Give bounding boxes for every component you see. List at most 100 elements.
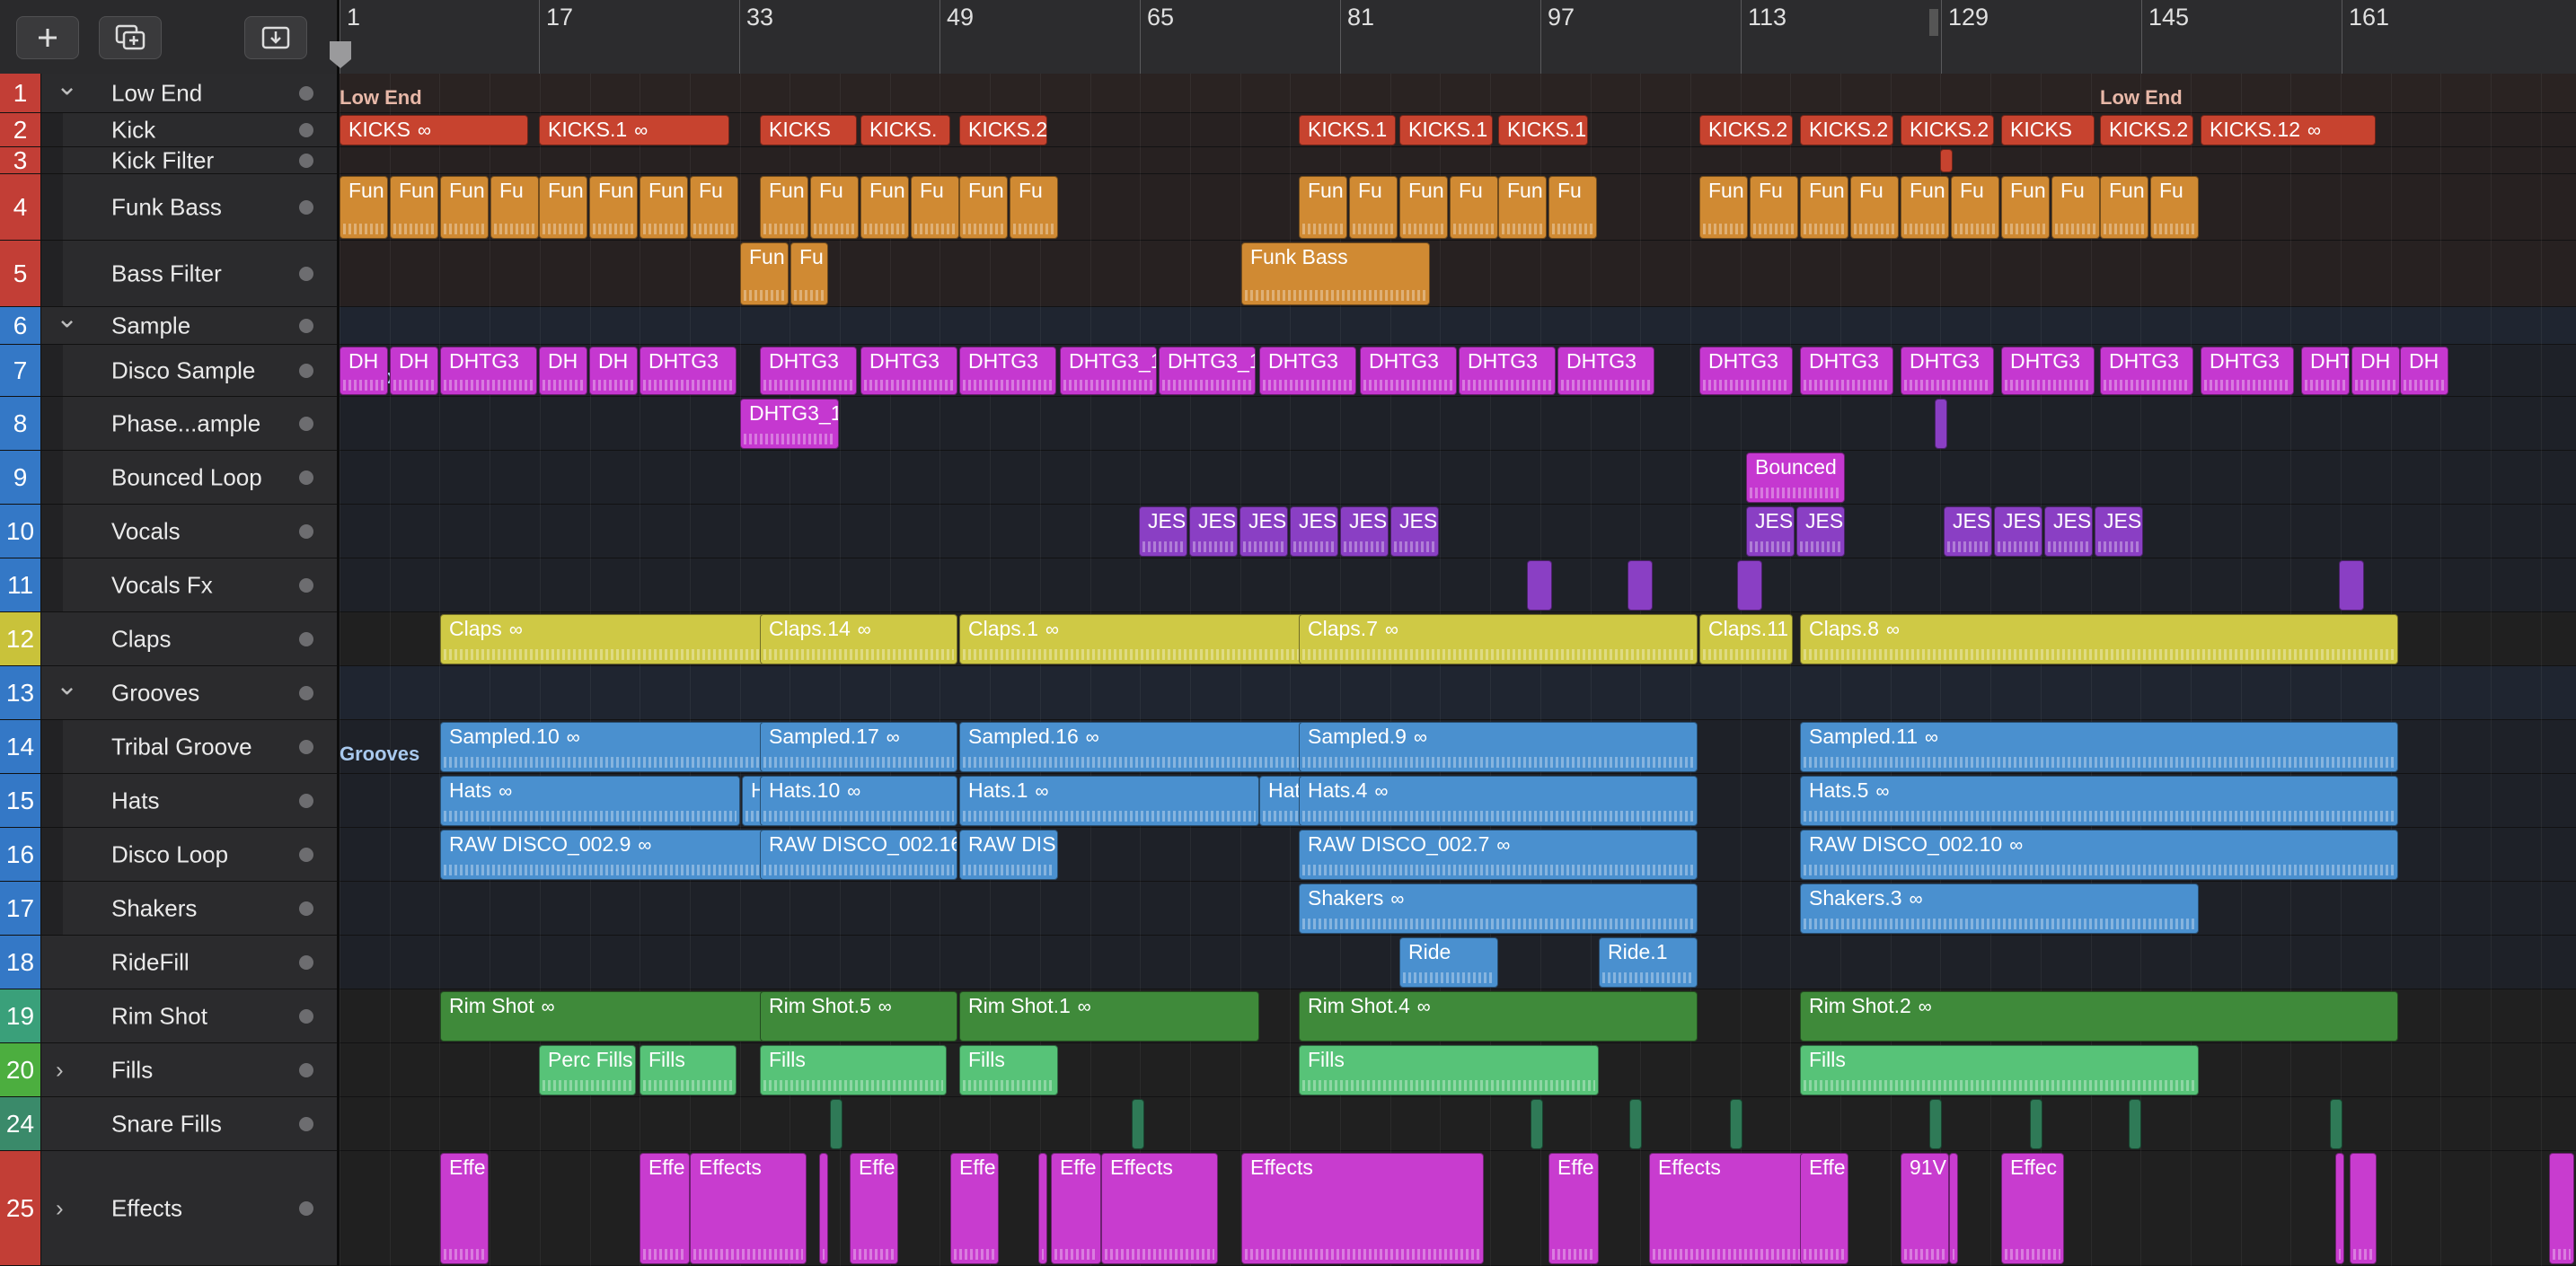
region[interactable]: Perc Fills	[539, 1045, 636, 1095]
track-header-shakers[interactable]: 17 Shakers	[0, 882, 337, 936]
region[interactable]: Effects	[1241, 1153, 1484, 1264]
record-enable-dot[interactable]	[299, 363, 313, 378]
region[interactable]	[1730, 1099, 1742, 1149]
region[interactable]: RAW DISCO_002.10 ∞	[1800, 830, 2398, 880]
region[interactable]	[1132, 1099, 1144, 1149]
region[interactable]: KICKS.1	[1498, 115, 1588, 145]
record-enable-dot[interactable]	[299, 122, 313, 137]
region[interactable]: Hats.4 ∞	[1299, 776, 1698, 826]
region[interactable]: DHTG3	[2001, 347, 2095, 395]
region[interactable]: JES	[1290, 506, 1338, 557]
track-header-ridefill[interactable]: 18 RideFill	[0, 936, 337, 989]
region[interactable]	[1737, 560, 1762, 611]
region[interactable]: DHTG3	[1360, 347, 1457, 395]
region[interactable]: Fu	[1750, 176, 1798, 239]
duplicate-track-button[interactable]	[99, 16, 162, 59]
region[interactable]: DHTG3	[2100, 347, 2193, 395]
region[interactable]: KICKS.2	[2100, 115, 2193, 145]
region[interactable]: JES	[1189, 506, 1238, 557]
region[interactable]: Fu	[1548, 176, 1597, 239]
region[interactable]: DHTG3	[2301, 347, 2350, 395]
track-header-rim-shot[interactable]: 19 Rim Shot	[0, 989, 337, 1043]
download-button[interactable]	[244, 16, 307, 59]
region[interactable]: Fun	[959, 176, 1008, 239]
region[interactable]: Fun	[539, 176, 587, 239]
record-enable-dot[interactable]	[299, 523, 313, 539]
region[interactable]	[1949, 1153, 1958, 1264]
region[interactable]: RAW DISCO_002.7 ∞	[1299, 830, 1698, 880]
record-enable-dot[interactable]	[299, 85, 313, 101]
region[interactable]: 91V	[1901, 1153, 1949, 1264]
region[interactable]: Ride.1	[1599, 937, 1698, 988]
region[interactable]: KICKS	[2001, 115, 2095, 145]
record-enable-dot[interactable]	[299, 739, 313, 754]
region[interactable]: Fu	[790, 242, 828, 305]
region[interactable]: DHTG3	[440, 347, 537, 395]
track-header-vocals[interactable]: 10 Vocals	[0, 505, 337, 558]
region[interactable]	[830, 1099, 842, 1149]
region[interactable]: Effe	[1051, 1153, 1101, 1264]
region[interactable]: DHTG3	[2201, 347, 2294, 395]
region[interactable]: KICKS ∞	[340, 115, 528, 145]
region[interactable]: Rim Shot.2 ∞	[1800, 991, 2398, 1042]
playhead-icon[interactable]	[327, 40, 354, 70]
region[interactable]	[1628, 560, 1653, 611]
region[interactable]: KICKS.	[860, 115, 950, 145]
region[interactable]: JES	[1340, 506, 1389, 557]
track-header-disco-sample[interactable]: 7 Disco Sample	[0, 345, 337, 397]
region[interactable]: Funk Bass	[1241, 242, 1430, 305]
chevron-right-icon[interactable]: ›	[56, 1056, 64, 1084]
region[interactable]: Fu	[1850, 176, 1899, 239]
region[interactable]	[1038, 1153, 1047, 1264]
track-header-vocals-fx[interactable]: 11 Vocals Fx	[0, 558, 337, 612]
region[interactable]: Fun	[760, 176, 808, 239]
region[interactable]: DH	[390, 347, 438, 395]
region[interactable]: DHTG3	[1800, 347, 1893, 395]
record-enable-dot[interactable]	[299, 266, 313, 281]
region[interactable]	[819, 1153, 828, 1264]
track-header-kick[interactable]: 2 Kick	[0, 113, 337, 147]
region[interactable]: Fun	[860, 176, 909, 239]
track-header-bass-filter[interactable]: 5 Bass Filter	[0, 241, 337, 307]
region[interactable]: DH	[589, 347, 638, 395]
region[interactable]: Fu	[1951, 176, 1999, 239]
record-enable-dot[interactable]	[299, 318, 313, 333]
region[interactable]: Fu	[2051, 176, 2100, 239]
region[interactable]: JES	[2044, 506, 2093, 557]
region[interactable]: JES	[1139, 506, 1187, 557]
region[interactable]: Fu	[911, 176, 959, 239]
region[interactable]: Claps.14 ∞	[760, 614, 957, 664]
region[interactable]	[2350, 1153, 2377, 1264]
chevron-right-icon[interactable]: ›	[56, 1194, 64, 1222]
region[interactable]: Hats.5 ∞	[1800, 776, 2398, 826]
region[interactable]	[1929, 1099, 1942, 1149]
region[interactable]: DHTG3	[1259, 347, 1356, 395]
region[interactable]: Effe	[1548, 1153, 1599, 1264]
region[interactable]: Claps.8 ∞	[1800, 614, 2398, 664]
region[interactable]: Rim Shot.5 ∞	[760, 991, 957, 1042]
region[interactable]: Fu	[1010, 176, 1058, 239]
record-enable-dot[interactable]	[299, 901, 313, 916]
region[interactable]: Fu	[810, 176, 859, 239]
region[interactable]: Fills	[760, 1045, 947, 1095]
region[interactable]: DHTG3	[959, 347, 1056, 395]
region[interactable]: DHTG3	[1699, 347, 1793, 395]
region[interactable]: Fun	[440, 176, 489, 239]
add-track-button[interactable]	[16, 16, 79, 59]
region[interactable]: Fun	[2001, 176, 2050, 239]
region[interactable]: DHTG3_1	[1159, 347, 1256, 395]
region[interactable]	[2129, 1099, 2141, 1149]
region[interactable]: JES	[1746, 506, 1795, 557]
region[interactable]: Effe	[950, 1153, 999, 1264]
track-header-effects[interactable]: 25 › Effects	[0, 1151, 337, 1266]
region[interactable]: Rim Shot.1 ∞	[959, 991, 1259, 1042]
region[interactable]: DHTG3	[760, 347, 857, 395]
region[interactable]: Effe	[1800, 1153, 1848, 1264]
region[interactable]: Effects	[1101, 1153, 1218, 1264]
track-header-disco-loop[interactable]: 16 Disco Loop	[0, 828, 337, 882]
region[interactable]: Fills	[959, 1045, 1058, 1095]
region[interactable]: Effec	[2001, 1153, 2064, 1264]
region[interactable]	[1940, 149, 1953, 172]
track-header-tribal-groove[interactable]: 14 Tribal Groove	[0, 720, 337, 774]
region[interactable]: JES	[1796, 506, 1845, 557]
